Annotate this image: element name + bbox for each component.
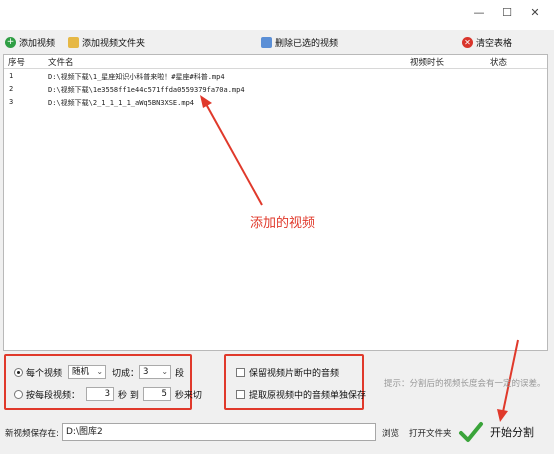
table-row[interactable]: 1 D:\视频下载\1_星座知识小科普来啦！#星座#科普.mp4 — [4, 70, 547, 83]
open-folder-button[interactable]: 打开文件夹 — [409, 427, 452, 439]
mode-value: 随机 — [72, 367, 90, 377]
save-path-input[interactable]: D:\图库2 — [62, 423, 376, 441]
column-filename[interactable]: 文件名 — [48, 56, 74, 68]
seconds-to-input[interactable]: 5 — [142, 387, 171, 401]
save-label: 新视频保存在: — [5, 429, 59, 439]
row-filename: D:\视频下载\2_1_1_1_1_aWq5BN3XSE.mp4 — [48, 99, 195, 107]
per-video-label: 每个视频 — [26, 368, 63, 379]
seconds-cut-label: 秒来切 — [174, 390, 202, 401]
start-split-button[interactable]: 开始分割 — [458, 414, 552, 450]
column-index[interactable]: 序号 — [8, 56, 25, 68]
row-index: 2 — [9, 85, 14, 93]
column-duration[interactable]: 视频时长 — [410, 56, 444, 68]
mode-select[interactable]: 随机 ⌄ — [68, 365, 107, 379]
chevron-down-icon: ⌄ — [96, 367, 104, 376]
per-video-option: 每个视频 随机 ⌄ 切成： 3 ⌄ 段 — [14, 365, 184, 379]
split-options-box — [4, 354, 192, 410]
folder-icon — [68, 36, 79, 48]
segments-unit: 段 — [175, 368, 185, 379]
add-folder-button[interactable]: 添加视频文件夹 — [68, 34, 145, 50]
keep-audio-option[interactable]: 保留视频片断中的音频 — [236, 366, 339, 379]
table-header: 序号 文件名 视频时长 状态 — [4, 55, 547, 69]
chevron-down-icon: ⌄ — [161, 367, 169, 376]
title-bar: — ☐ ✕ — [0, 0, 554, 30]
table-row[interactable]: 2 D:\视频下载\1e3558ff1e44c571ffda0559379fa7… — [4, 83, 547, 96]
segments-select[interactable]: 3 ⌄ — [139, 365, 172, 379]
delete-list-icon — [261, 36, 272, 48]
cut-into-label: 切成： — [112, 368, 140, 379]
extract-audio-label: 提取原视频中的音频单独保存 — [249, 391, 367, 401]
file-table[interactable]: 序号 文件名 视频时长 状态 1 D:\视频下载\1_星座知识小科普来啦！#星座… — [3, 54, 548, 351]
by-seconds-option: 按每段视频： 3 秒 到 5 秒来切 — [14, 387, 202, 401]
delete-selected-button[interactable]: 删除已选的视频 — [261, 34, 338, 50]
annotation-text: 添加的视频 — [250, 216, 316, 231]
minimize-button[interactable]: — — [465, 4, 493, 22]
row-filename: D:\视频下载\1e3558ff1e44c571ffda0559379fa70a… — [48, 86, 245, 94]
extract-audio-checkbox[interactable] — [236, 390, 245, 399]
by-seconds-radio[interactable] — [14, 389, 23, 399]
clear-icon: ✕ — [462, 36, 473, 48]
row-index: 3 — [9, 98, 14, 106]
seconds-to-label: 秒 到 — [118, 390, 139, 401]
maximize-button[interactable]: ☐ — [493, 4, 521, 22]
table-row[interactable]: 3 D:\视频下载\2_1_1_1_1_aWq5BN3XSE.mp4 — [4, 96, 547, 109]
keep-audio-checkbox[interactable] — [236, 368, 245, 377]
column-status[interactable]: 状态 — [490, 56, 507, 68]
add-video-button[interactable]: + 添加视频 — [5, 34, 55, 50]
segments-value: 3 — [143, 367, 149, 377]
audio-options-box — [224, 354, 364, 410]
browse-button[interactable]: 浏览 — [382, 427, 399, 439]
toolbar: + 添加视频 添加视频文件夹 删除已选的视频 ✕ 清空表格 — [0, 30, 554, 52]
delete-selected-label: 删除已选的视频 — [275, 38, 339, 49]
keep-audio-label: 保留视频片断中的音频 — [249, 369, 340, 379]
add-folder-label: 添加视频文件夹 — [82, 38, 146, 49]
clear-table-button[interactable]: ✕ 清空表格 — [462, 34, 512, 50]
close-button[interactable]: ✕ — [521, 4, 549, 22]
per-video-radio[interactable] — [14, 367, 23, 377]
clear-table-label: 清空表格 — [476, 38, 513, 49]
row-index: 1 — [9, 72, 14, 80]
by-seconds-label: 按每段视频： — [26, 390, 81, 401]
extract-audio-option[interactable]: 提取原视频中的音频单独保存 — [236, 388, 366, 401]
add-icon: + — [5, 36, 16, 48]
start-split-label: 开始分割 — [490, 426, 534, 439]
add-video-label: 添加视频 — [19, 38, 56, 49]
hint-text: 提示：分割后的视频长度会有一定的误差。 — [384, 379, 546, 389]
app-window: — ☐ ✕ + 添加视频 添加视频文件夹 删除已选的视频 ✕ 清空表格 序号 文… — [0, 0, 554, 454]
seconds-from-input[interactable]: 3 — [86, 387, 115, 401]
check-icon — [459, 422, 483, 442]
row-filename: D:\视频下载\1_星座知识小科普来啦！#星座#科普.mp4 — [48, 73, 225, 81]
